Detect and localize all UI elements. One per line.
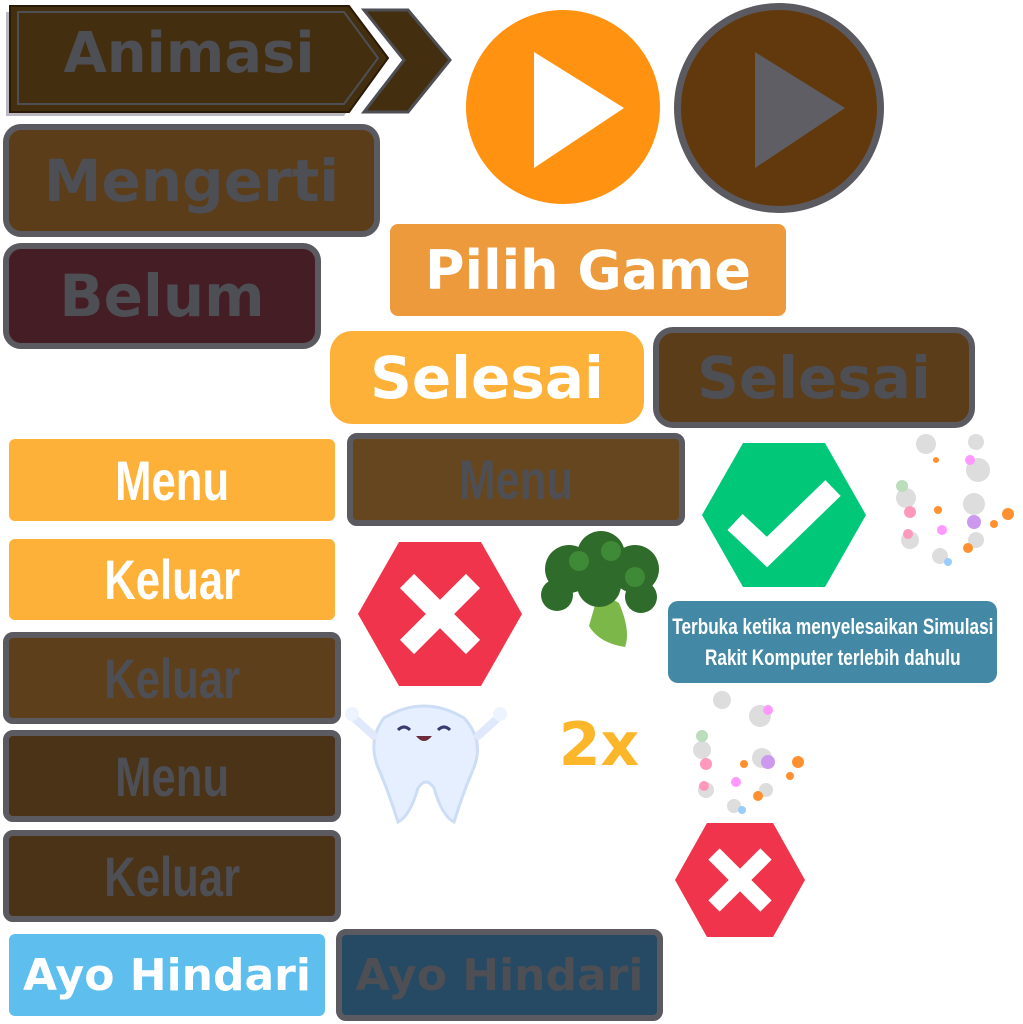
- check-icon[interactable]: [701, 442, 867, 588]
- play-button-disabled[interactable]: [674, 3, 884, 213]
- close-icon[interactable]: [674, 822, 806, 938]
- keluar-button-dark[interactable]: Keluar: [3, 830, 341, 922]
- multiplier-label: 2x: [556, 705, 642, 785]
- animasi-button[interactable]: Animasi: [4, 2, 454, 117]
- keluar-button[interactable]: Keluar: [9, 539, 335, 620]
- menu-button-disabled[interactable]: Menu: [347, 433, 685, 526]
- animasi-label: Animasi: [63, 21, 315, 86]
- tooth-icon: [345, 704, 507, 825]
- tooltip-line-2: Rakit Komputer terlebih dahulu: [704, 645, 961, 670]
- menu-button[interactable]: Menu: [9, 439, 335, 521]
- sparkle-icon: [896, 434, 1014, 566]
- broccoli-icon: [541, 531, 659, 647]
- menu-label: Menu: [114, 448, 230, 512]
- ayo-hindari-label: Ayo Hindari: [23, 949, 311, 1001]
- pilih-game-button[interactable]: Pilih Game: [390, 224, 786, 316]
- sparkle-icon: [693, 691, 804, 814]
- close-icon[interactable]: [357, 541, 523, 687]
- pilih-game-label: Pilih Game: [424, 238, 751, 302]
- play-icon: [755, 52, 845, 168]
- mengerti-label: Mengerti: [43, 146, 340, 215]
- play-icon: [534, 52, 624, 168]
- selesai-button[interactable]: Selesai: [330, 331, 644, 424]
- selesai-button-disabled[interactable]: Selesai: [653, 327, 975, 428]
- mengerti-button[interactable]: Mengerti: [3, 124, 380, 237]
- multiplier-text: 2x: [558, 710, 640, 780]
- menu-disabled-label: Menu: [458, 448, 574, 511]
- tooltip-line-1: Terbuka ketika menyelesaikan Simulasi: [671, 614, 994, 639]
- keluar-label: Keluar: [104, 548, 240, 611]
- ayo-hindari-button-disabled[interactable]: Ayo Hindari: [336, 929, 663, 1021]
- selesai-label: Selesai: [370, 343, 604, 412]
- menu-dark-label: Menu: [114, 744, 230, 808]
- keluar-disabled-label: Keluar: [104, 646, 240, 710]
- play-button[interactable]: [466, 10, 660, 204]
- menu-button-dark[interactable]: Menu: [3, 730, 341, 822]
- keluar-dark-label: Keluar: [104, 844, 240, 908]
- locked-tooltip: Terbuka ketika menyelesaikan Simulasi Ra…: [668, 601, 997, 683]
- ayo-hindari-disabled-label: Ayo Hindari: [355, 949, 644, 1001]
- keluar-button-disabled[interactable]: Keluar: [3, 632, 341, 724]
- belum-label: Belum: [59, 262, 265, 330]
- belum-button[interactable]: Belum: [3, 243, 321, 349]
- ayo-hindari-button[interactable]: Ayo Hindari: [9, 934, 325, 1016]
- selesai-disabled-label: Selesai: [697, 343, 931, 412]
